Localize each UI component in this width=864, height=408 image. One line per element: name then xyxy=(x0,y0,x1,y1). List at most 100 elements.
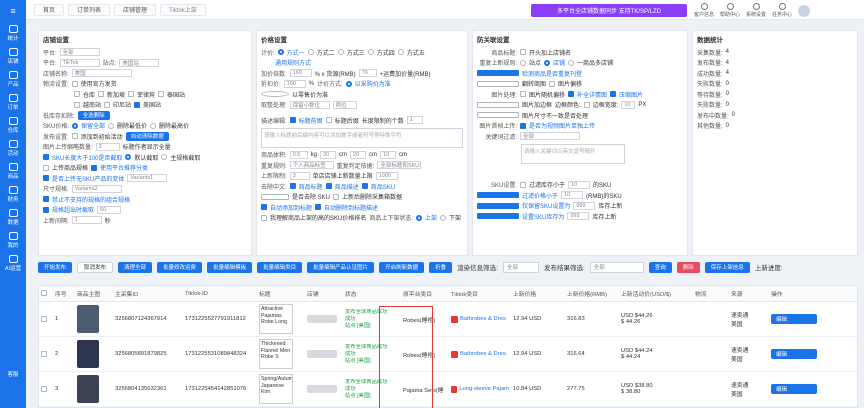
calc-radio[interactable] xyxy=(345,80,352,87)
limit-input[interactable]: 50 xyxy=(97,205,122,214)
select-all-checkbox[interactable] xyxy=(41,290,47,297)
opt-id[interactable] xyxy=(104,101,111,108)
sidebar-item-4[interactable]: 仓库 xyxy=(0,114,26,137)
product-image[interactable] xyxy=(77,340,99,368)
title-field[interactable]: Thickened Flannel Men Robe S xyxy=(259,339,293,369)
search-button[interactable]: 查询 xyxy=(648,261,672,273)
title-field[interactable]: Spring/Autumn Japanese Kim xyxy=(259,374,293,404)
discount-input[interactable]: 100 xyxy=(283,79,306,88)
sku-keep-checkbox[interactable] xyxy=(477,202,519,209)
filter-checkbox[interactable] xyxy=(43,196,49,203)
desc-textarea[interactable]: 请输入标题前后缀内容可以添加数字或者符号等特殊字符 xyxy=(261,127,463,148)
opt-vn[interactable] xyxy=(74,101,80,108)
region-select[interactable]: TikTok xyxy=(59,58,100,67)
sku-price-checkbox[interactable] xyxy=(477,192,519,199)
auto3-checkbox[interactable] xyxy=(261,214,267,221)
batch-template-button[interactable]: 批量编辑模板 xyxy=(207,261,253,273)
trans3-checkbox[interactable] xyxy=(333,193,340,200)
length-input[interactable]: 30 xyxy=(320,150,337,159)
trans-sku-checkbox[interactable] xyxy=(361,183,368,190)
sku-set-input[interactable]: 999 xyxy=(567,212,590,221)
sidebar-item-8[interactable]: 数据 xyxy=(0,206,26,229)
weight-input[interactable]: 0.5 xyxy=(289,150,308,159)
row-checkbox[interactable] xyxy=(41,315,47,322)
border-color-picker[interactable] xyxy=(583,101,590,108)
sku-price-input[interactable]: 10 xyxy=(561,191,584,200)
sidebar-item-0[interactable]: 统计 xyxy=(0,22,26,45)
dup-site-radio[interactable] xyxy=(520,59,526,66)
plan-3-radio[interactable] xyxy=(337,49,344,56)
sku-min-radio[interactable] xyxy=(108,122,115,129)
sku-set-checkbox[interactable] xyxy=(477,213,519,220)
sku-keep-radio[interactable] xyxy=(72,122,79,129)
border-width-input[interactable]: 10 xyxy=(621,100,636,109)
tab-shops[interactable]: 店铺管理 xyxy=(114,3,157,16)
opt-sg[interactable] xyxy=(98,91,105,98)
depth-input[interactable]: 10 xyxy=(380,150,397,159)
cancel-publish-button[interactable]: 取消发布 xyxy=(77,261,114,273)
support-item[interactable]: 客服 xyxy=(0,370,26,378)
opt-warehouse[interactable] xyxy=(74,91,80,98)
logistics-checkbox[interactable] xyxy=(71,80,78,87)
pub-activity-checkbox[interactable] xyxy=(71,133,78,140)
limit-checkbox[interactable] xyxy=(43,206,49,213)
shop-name-select[interactable]: 美国 xyxy=(71,69,132,78)
edit-button[interactable]: 编辑 xyxy=(771,384,817,394)
sidebar-item-9[interactable]: 我的 xyxy=(0,229,26,252)
tab-orders[interactable]: 订单列表 xyxy=(68,3,111,16)
dup-multi-radio[interactable] xyxy=(568,59,575,66)
save-button[interactable]: 保存上架信息 xyxy=(704,261,750,273)
general-rule-link[interactable]: 通用规则方式 xyxy=(261,58,311,67)
sku100-checkbox[interactable] xyxy=(43,154,49,161)
sidebar-item-6[interactable]: 商品 xyxy=(0,160,26,183)
check-dup-checkbox[interactable] xyxy=(477,70,519,77)
shopname-prefix-checkbox[interactable] xyxy=(520,49,526,56)
batch-freight-button[interactable]: 批量修改运费 xyxy=(157,261,203,273)
trans-desc-checkbox[interactable] xyxy=(325,183,332,190)
publish-filter-select[interactable]: 全部 xyxy=(589,261,644,273)
size-input[interactable]: Variants2 xyxy=(71,184,122,193)
sku100-main-radio[interactable] xyxy=(161,154,168,161)
platform-select[interactable]: 全部 xyxy=(59,48,100,57)
site-select[interactable]: 美国站 xyxy=(119,58,160,67)
sku-stock-input[interactable]: 10 xyxy=(568,180,591,189)
img-size-checkbox[interactable] xyxy=(477,112,519,119)
video-checkbox[interactable] xyxy=(520,122,526,129)
refresh-data-button[interactable]: 开启刷新数据 xyxy=(379,261,425,273)
recommended-category-checkbox[interactable] xyxy=(91,164,98,171)
desc-count-input[interactable]: 1 xyxy=(406,116,423,125)
trans-title-checkbox[interactable] xyxy=(289,183,296,190)
sidebar-item-3[interactable]: 订单 xyxy=(0,91,26,114)
add-input[interactable]: 76 xyxy=(358,69,377,78)
product-image[interactable] xyxy=(77,375,99,403)
task-center-button[interactable]: 任务中心 xyxy=(772,3,792,18)
tiktok-category-link[interactable]: Bathrobes & Dres xyxy=(460,351,506,357)
auto-clear-button[interactable]: 自动清除数据 xyxy=(125,131,169,141)
upload-spec-checkbox[interactable] xyxy=(43,164,49,171)
sidebar-item-1[interactable]: 店铺 xyxy=(0,45,26,68)
row-checkbox[interactable] xyxy=(41,385,47,392)
opt-us[interactable] xyxy=(134,101,141,108)
img-compress-checkbox[interactable] xyxy=(610,91,617,98)
variant-checkbox[interactable] xyxy=(43,175,49,182)
offset-checkbox[interactable] xyxy=(549,80,556,87)
tiktok-category-link[interactable]: Long-sleeve Pajam xyxy=(459,386,509,392)
help-center-button[interactable]: 帮助中心 xyxy=(720,3,740,18)
batch-cert-button[interactable]: 批量编辑产品认证图片 xyxy=(307,261,375,273)
interval-input[interactable]: 1 xyxy=(71,216,102,225)
collapse-button[interactable]: 折叠 xyxy=(429,261,453,273)
delist-radio[interactable] xyxy=(440,214,447,221)
sidebar-item-5[interactable]: 活动 xyxy=(0,137,26,160)
avatar[interactable] xyxy=(798,4,811,17)
limit-count-input[interactable]: 3 xyxy=(289,171,310,180)
customer-info-button[interactable]: 客户信息 xyxy=(694,3,714,18)
opt-th[interactable] xyxy=(158,91,165,98)
sidebar-item-7[interactable]: 财务 xyxy=(0,183,26,206)
opt-ph[interactable] xyxy=(128,91,135,98)
tiktok-category-link[interactable]: Bathrobes & Dres xyxy=(460,316,506,322)
start-publish-button[interactable]: 开始发布 xyxy=(38,261,73,273)
round-select[interactable]: 保留小数位 xyxy=(289,100,330,109)
flip-checkbox[interactable] xyxy=(477,80,519,87)
low-stock-button[interactable]: 全选删除 xyxy=(77,110,110,120)
sku-keep-input[interactable]: 999 xyxy=(573,201,596,210)
